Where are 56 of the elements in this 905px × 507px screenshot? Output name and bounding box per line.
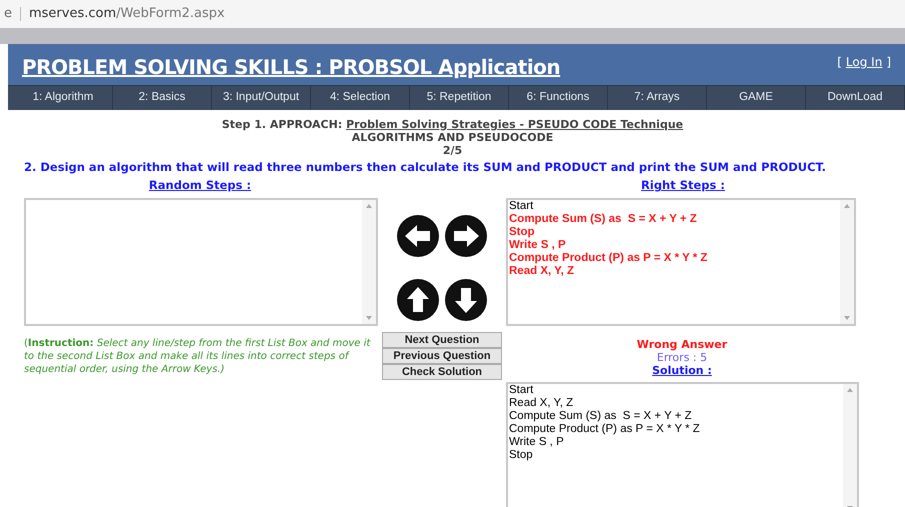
errors-count: Errors : 5	[656, 350, 708, 364]
solution-step[interactable]: Read X, Y, Z	[509, 396, 700, 410]
solution-step[interactable]: Write S , P	[509, 436, 700, 448]
solution-label: Solution :	[652, 364, 712, 376]
scroll-up-icon[interactable]	[844, 204, 850, 208]
question-text: 2. Design an algorithm that will read three numbers then calculate its SUM and PRODUCT and print the SUM and PRODUCT.	[23, 159, 828, 176]
nav-tab[interactable]: 5: Repetition	[410, 86, 509, 110]
scroll-up-icon[interactable]	[366, 204, 372, 208]
nav-tab[interactable]: 6: Functions	[509, 86, 608, 110]
login-link[interactable]: Log In	[846, 53, 882, 71]
solution-step[interactable]: Start	[509, 384, 700, 396]
step-item[interactable]: Write S , P	[509, 238, 708, 252]
scrollbar[interactable]	[362, 200, 376, 324]
nav-tab[interactable]: 3: Input/Output	[212, 86, 311, 110]
action-button[interactable]: Previous Question	[382, 348, 502, 364]
login-bracket: ]	[886, 54, 891, 71]
random-steps-label: Random Steps :	[148, 178, 252, 192]
random-steps-list[interactable]	[24, 198, 378, 326]
nav-tab[interactable]: 4: Selection	[311, 86, 410, 110]
action-button[interactable]: Check Solution	[382, 364, 502, 380]
step-heading: Step 1. APPROACH: Problem Solving Strategies - PSEUDO CODE Technique	[220, 118, 684, 131]
nav-tab[interactable]: 2: Basics	[113, 86, 212, 110]
instruction-text: (Instruction: Select any line/step from the first List Box and move it to the second List Box and make all its lines into correct steps of sequential order, using the Arrow Keys.)	[24, 336, 372, 376]
nav-tab[interactable]: GAME	[707, 86, 806, 110]
scroll-down-icon[interactable]	[366, 316, 372, 320]
question-counter: 2/5	[442, 144, 464, 157]
step-item[interactable]: Compute Product (P) as P = X * Y * Z	[509, 252, 708, 264]
step-item[interactable]: Stop	[509, 226, 708, 238]
action-button[interactable]: Next Question	[382, 332, 502, 348]
url-text[interactable]: mserves.com/WebForm2.aspx	[21, 4, 225, 24]
right-arrow-button[interactable]	[444, 214, 488, 258]
nav-tab[interactable]: 1: Algorithm	[14, 86, 113, 110]
left-arrow-button[interactable]	[396, 214, 440, 258]
address-prefix: e	[3, 5, 13, 24]
right-steps-label: Right Steps :	[641, 178, 725, 192]
result-text: Wrong Answer	[636, 338, 728, 350]
solution-step[interactable]: Compute Product (P) as P = X * Y * Z	[509, 422, 700, 436]
app-title: PROBLEM SOLVING SKILLS : PROBSOL Application	[22, 54, 560, 81]
nav-tab[interactable]: 7: Arrays	[608, 86, 707, 110]
step-item[interactable]: Compute Sum (S) as S = X + Y + Z	[509, 212, 708, 226]
scrollbar[interactable]	[840, 200, 854, 324]
login-bracket: [	[837, 54, 842, 71]
down-arrow-button[interactable]	[444, 278, 488, 322]
solution-step[interactable]: Compute Sum (S) as S = X + Y + Z	[509, 410, 700, 422]
solution-step[interactable]: Stop	[509, 448, 700, 462]
scrollbar[interactable]	[843, 384, 857, 507]
subtitle: ALGORITHMS AND PSEUDOCODE	[350, 131, 554, 144]
up-arrow-button[interactable]	[396, 278, 440, 322]
nav-tab[interactable]: DownLoad	[806, 86, 905, 110]
solution-list[interactable]: Start Read X, Y, Z Compute Sum (S) as S = X + Y + Z Compute Product (P) as P = X * Y * Z Write S , P Stop	[506, 382, 859, 507]
strategy-link[interactable]: Problem Solving Strategies - PSEUDO CODE Technique	[346, 118, 684, 131]
scroll-up-icon[interactable]	[847, 388, 853, 392]
right-steps-list[interactable]: Start Compute Sum (S) as S = X + Y + Z Stop Write S , P Compute Product (P) as P = X * Y * Z Read X, Y, Z	[506, 198, 856, 326]
step-item[interactable]: Start	[509, 200, 708, 212]
scroll-down-icon[interactable]	[844, 316, 850, 320]
step-item[interactable]: Read X, Y, Z	[509, 264, 708, 278]
